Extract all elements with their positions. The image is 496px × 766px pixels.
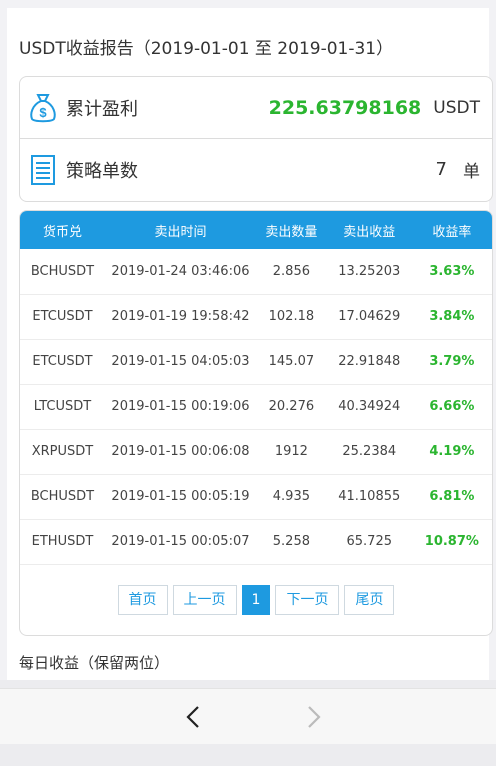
cell-time: 2019-01-15 00:05:07 — [111, 534, 250, 549]
table-row: ETCUSDT 2019-01-15 04:05:03 145.07 22.91… — [20, 339, 492, 384]
table-row: BCHUSDT 2019-01-15 00:05:19 4.935 41.108… — [20, 474, 492, 519]
cell-rate: 3.63% — [429, 263, 475, 279]
cell-qty: 4.935 — [272, 489, 310, 504]
last-page-button[interactable]: 尾页 — [344, 585, 395, 615]
cell-profit: 40.34924 — [338, 399, 401, 414]
cell-qty: 102.18 — [268, 309, 315, 324]
cell-pair: ETHUSDT — [31, 534, 94, 549]
table-row: XRPUSDT 2019-01-15 00:06:08 1912 25.2384… — [20, 429, 492, 474]
section-divider — [0, 680, 496, 688]
cell-qty: 145.07 — [268, 354, 315, 369]
header-sell-qty: 卖出数量 — [265, 224, 318, 240]
report-page: USDT收益报告（2019-01-01 至 2019-01-31） $ 累计盈利… — [7, 8, 493, 688]
profit-value: 225.63798168 — [268, 96, 422, 119]
strategy-row: 策略单数 7 单 — [20, 139, 492, 200]
browser-nav-bar — [0, 688, 496, 745]
document-icon — [28, 154, 58, 186]
daily-profit-title: 每日收益（保留两位） — [19, 654, 170, 672]
cell-rate: 6.66% — [429, 399, 475, 414]
table-row: ETHUSDT 2019-01-15 00:05:07 5.258 65.725… — [20, 519, 492, 564]
profit-label: 累计盈利 — [66, 98, 138, 120]
header-sell-profit: 卖出收益 — [343, 224, 396, 240]
strategy-unit: 单 — [463, 162, 480, 182]
pagination: 首页 上一页 1 下一页 尾页 — [20, 585, 492, 615]
header-sell-time: 卖出时间 — [154, 224, 207, 240]
cell-time: 2019-01-15 04:05:03 — [111, 354, 250, 369]
cell-profit: 22.91848 — [338, 354, 401, 369]
chevron-left-icon[interactable] — [181, 703, 205, 731]
report-title: USDT收益报告（2019-01-01 至 2019-01-31） — [19, 39, 394, 59]
first-page-button[interactable]: 首页 — [117, 585, 168, 615]
summary-card: $ 累计盈利 225.63798168 USDT 策略单数 7 单 — [19, 76, 493, 202]
cell-pair: BCHUSDT — [30, 263, 95, 279]
cell-profit: 25.2384 — [342, 444, 397, 459]
cell-rate: 6.81% — [429, 489, 475, 504]
profit-row: $ 累计盈利 225.63798168 USDT — [20, 77, 492, 139]
cell-pair: LTCUSDT — [33, 399, 92, 414]
header-rate: 收益率 — [432, 224, 472, 240]
cell-pair: ETCUSDT — [32, 309, 93, 324]
cell-qty: 2.856 — [272, 263, 310, 279]
cell-rate: 3.79% — [429, 354, 475, 369]
current-page-button[interactable]: 1 — [241, 585, 271, 615]
header-pair: 货币兑 — [42, 224, 82, 240]
cell-profit: 65.725 — [346, 534, 393, 549]
trades-table: 货币兑 卖出时间 卖出数量 卖出收益 收益率 BCHUSDT 2019-01-2… — [20, 211, 492, 565]
profit-unit: USDT — [433, 97, 480, 118]
strategy-count: 7 — [435, 159, 447, 180]
table-header-row: 货币兑 卖出时间 卖出数量 卖出收益 收益率 — [20, 211, 492, 249]
trades-table-card: 货币兑 卖出时间 卖出数量 卖出收益 收益率 BCHUSDT 2019-01-2… — [19, 210, 493, 636]
cell-time: 2019-01-24 03:46:06 — [111, 263, 250, 279]
cell-pair: BCHUSDT — [30, 489, 95, 504]
cell-profit: 17.04629 — [338, 309, 401, 324]
cell-time: 2019-01-15 00:06:08 — [111, 444, 250, 459]
table-row: ETCUSDT 2019-01-19 19:58:42 102.18 17.04… — [20, 294, 492, 339]
cell-qty: 20.276 — [268, 399, 315, 414]
table-row: BCHUSDT 2019-01-24 03:46:06 2.856 13.252… — [20, 249, 492, 294]
cell-time: 2019-01-19 19:58:42 — [111, 309, 250, 324]
cell-qty: 1912 — [274, 444, 308, 459]
chevron-right-icon — [302, 703, 326, 731]
cell-profit: 41.10855 — [338, 489, 401, 504]
cell-pair: XRPUSDT — [31, 444, 94, 459]
cell-profit: 13.25203 — [338, 263, 401, 279]
cell-rate: 10.87% — [424, 534, 479, 549]
cell-time: 2019-01-15 00:05:19 — [111, 489, 250, 504]
cell-rate: 3.84% — [429, 309, 475, 324]
cell-rate: 4.19% — [429, 444, 475, 459]
cell-pair: ETCUSDT — [32, 354, 93, 369]
cell-time: 2019-01-15 00:19:06 — [111, 399, 250, 414]
svg-text:$: $ — [39, 105, 47, 120]
table-row: LTCUSDT 2019-01-15 00:19:06 20.276 40.34… — [20, 384, 492, 429]
strategy-label: 策略单数 — [66, 160, 138, 182]
bottom-strip — [0, 744, 496, 766]
next-page-button[interactable]: 下一页 — [275, 585, 340, 615]
cell-qty: 5.258 — [272, 534, 310, 549]
money-bag-icon: $ — [28, 92, 58, 124]
prev-page-button[interactable]: 上一页 — [172, 585, 237, 615]
